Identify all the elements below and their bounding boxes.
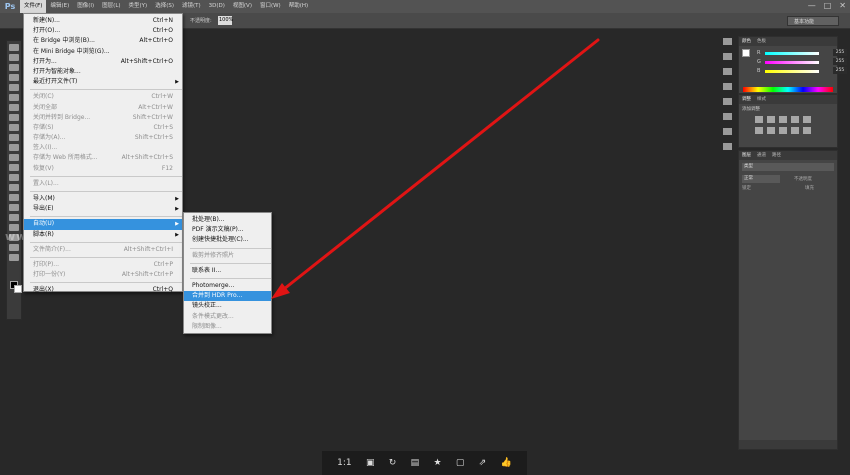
tab-adjustments[interactable]: 调整	[742, 95, 751, 104]
tab-styles[interactable]: 样式	[757, 95, 766, 104]
fit-screen-icon[interactable]: ▣	[366, 458, 375, 468]
layers-panel: 图层 通道 路径 类型 正常 不透明度 锁定 填充	[738, 150, 838, 450]
arrow-shaft	[282, 38, 600, 291]
color-spectrum[interactable]	[743, 87, 833, 92]
slider-r[interactable]: R 255	[757, 49, 847, 58]
adjustment-icon[interactable]	[779, 127, 787, 134]
share-icon[interactable]: ⇗	[479, 458, 487, 468]
tab-paths[interactable]: 路径	[772, 151, 781, 160]
rotate-icon[interactable]: ↻	[389, 458, 397, 468]
info-icon[interactable]	[722, 113, 732, 120]
character-icon[interactable]	[722, 83, 732, 90]
layer-opacity-label: 不透明度	[794, 177, 812, 182]
layer-kind-filter[interactable]: 类型	[742, 163, 834, 171]
adjustment-icon[interactable]	[791, 116, 799, 123]
adjustment-icon[interactable]	[803, 127, 811, 134]
adjustment-icon[interactable]	[803, 116, 811, 123]
tab-channels[interactable]: 通道	[757, 151, 766, 160]
adjustment-icon[interactable]	[779, 116, 787, 123]
history-icon[interactable]	[722, 38, 732, 45]
tab-layers[interactable]: 图层	[742, 151, 751, 160]
adjustments-title: 添加调整	[742, 107, 760, 112]
paragraph-icon[interactable]	[722, 98, 732, 105]
layers-footer	[739, 440, 837, 449]
lock-label: 锁定	[742, 186, 751, 191]
color-panel: 颜色 色板 R 255 G 255 B 255	[738, 36, 847, 94]
adjustment-icons	[739, 114, 837, 136]
adjustment-icon[interactable]	[755, 127, 763, 134]
like-icon[interactable]: 👍	[501, 458, 512, 468]
slider-b[interactable]: B 255	[757, 67, 847, 76]
color-swatch-fg[interactable]	[742, 49, 750, 57]
slider-g[interactable]: G 255	[757, 58, 847, 67]
actual-size-button[interactable]: 1:1	[337, 458, 351, 468]
tab-color[interactable]: 颜色	[742, 37, 751, 46]
adjustment-icon[interactable]	[767, 116, 775, 123]
image-viewer-toolbar: 1:1 ▣ ↻ ▤ ★ ▢ ⇗ 👍	[322, 451, 527, 475]
edit-icon[interactable]: ▢	[456, 458, 465, 468]
navigator-icon[interactable]	[722, 128, 732, 135]
brush-icon[interactable]	[722, 68, 732, 75]
save-icon[interactable]: ▤	[411, 458, 420, 468]
panel-icon-strip	[720, 30, 734, 330]
adjustment-icon[interactable]	[767, 127, 775, 134]
fill-label: 填充	[805, 186, 814, 191]
adjustments-panel: 调整 样式 添加调整	[738, 94, 838, 148]
blend-mode-select[interactable]: 正常	[742, 175, 780, 183]
properties-icon[interactable]	[722, 53, 732, 60]
color-panel-tabs: 颜色 色板	[739, 37, 837, 46]
tab-swatches[interactable]: 色板	[757, 37, 766, 46]
adjustment-icon[interactable]	[755, 116, 763, 123]
adjustment-icon[interactable]	[791, 127, 799, 134]
favorite-icon[interactable]: ★	[433, 458, 441, 468]
actions-icon[interactable]	[722, 143, 732, 150]
